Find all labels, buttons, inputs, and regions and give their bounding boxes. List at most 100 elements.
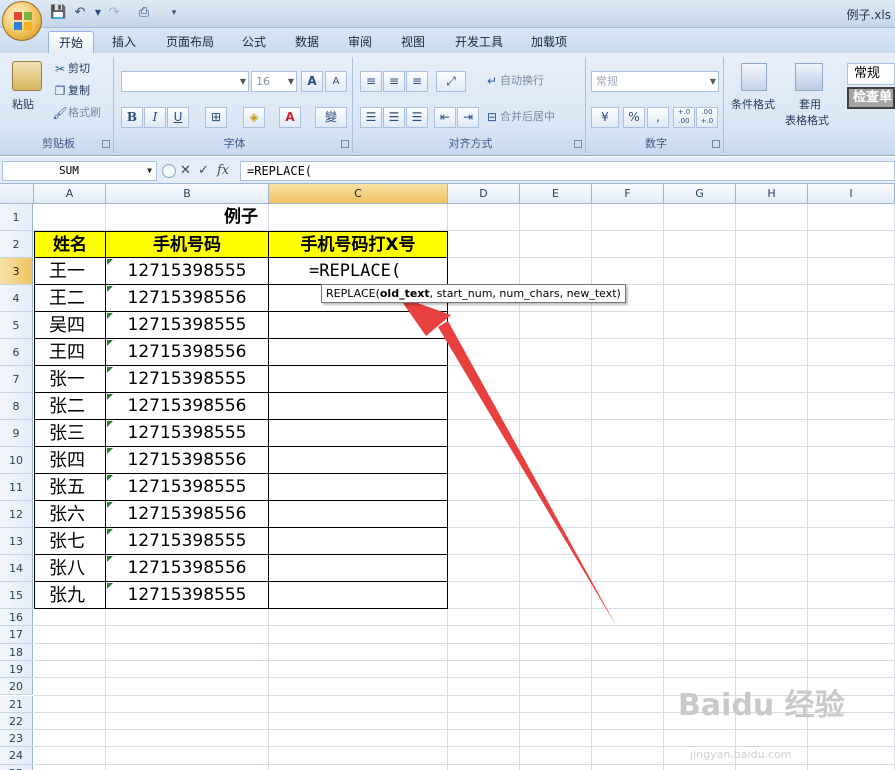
result-cell[interactable] xyxy=(269,474,448,501)
name-cell[interactable]: 张七 xyxy=(34,528,106,555)
style-check-cell[interactable]: 检查单 xyxy=(847,87,895,109)
row-header-21[interactable]: 21 xyxy=(0,695,33,713)
tab-addins[interactable]: 加载项 xyxy=(523,31,575,53)
bold-button[interactable]: B xyxy=(121,107,143,128)
customize-qat-icon[interactable]: ▾ xyxy=(166,5,182,21)
column-header-e[interactable]: E xyxy=(520,184,592,204)
phone-cell[interactable]: 12715398556 xyxy=(106,393,269,420)
row-header-5[interactable]: 5 xyxy=(0,312,33,339)
phone-cell[interactable]: 12715398555 xyxy=(106,258,269,285)
undo-dropdown-icon[interactable]: ▼ xyxy=(90,5,106,21)
font-name-select[interactable]: ▼ xyxy=(121,71,249,92)
name-box[interactable]: SUM ▼ xyxy=(2,161,157,181)
table-format-icon[interactable] xyxy=(795,63,823,91)
result-cell[interactable] xyxy=(269,393,448,420)
row-header-18[interactable]: 18 xyxy=(0,643,33,661)
phone-cell[interactable]: 12715398555 xyxy=(106,528,269,555)
name-cell[interactable]: 张九 xyxy=(34,582,106,609)
name-cell[interactable]: 吴四 xyxy=(34,312,106,339)
phonetic-button[interactable]: 變 xyxy=(315,107,347,128)
select-all-corner[interactable] xyxy=(0,184,34,204)
row-header-7[interactable]: 7 xyxy=(0,366,33,393)
cancel-icon[interactable]: ✕ xyxy=(180,163,191,178)
phone-cell[interactable]: 12715398556 xyxy=(106,447,269,474)
name-cell[interactable]: 王二 xyxy=(34,285,106,312)
name-cell[interactable]: 张二 xyxy=(34,393,106,420)
name-cell[interactable]: 张八 xyxy=(34,555,106,582)
fill-color-icon[interactable]: ◈ xyxy=(243,107,265,128)
wrap-text-button[interactable]: 自动换行 xyxy=(500,74,544,87)
save-icon[interactable]: 💾 xyxy=(50,5,66,21)
row-header-20[interactable]: 20 xyxy=(0,678,33,696)
header-cell[interactable]: 手机号码 xyxy=(106,231,269,258)
result-cell[interactable] xyxy=(269,366,448,393)
result-cell[interactable] xyxy=(269,420,448,447)
column-header-c[interactable]: C xyxy=(269,184,448,204)
result-cell[interactable] xyxy=(269,312,448,339)
sheet-title-cell[interactable]: 例子 xyxy=(34,204,448,231)
name-cell[interactable]: 张四 xyxy=(34,447,106,474)
row-header-24[interactable]: 24 xyxy=(0,747,33,765)
tab-home[interactable]: 开始 xyxy=(48,31,94,53)
number-format-select[interactable]: 常规 ▼ xyxy=(591,71,719,92)
row-header-14[interactable]: 14 xyxy=(0,555,33,582)
tab-page-layout[interactable]: 页面布局 xyxy=(158,31,222,53)
tab-view[interactable]: 视图 xyxy=(393,31,433,53)
tab-developer[interactable]: 开发工具 xyxy=(447,31,511,53)
align-center-icon[interactable]: ☰ xyxy=(383,107,405,128)
borders-icon[interactable]: ⊞ xyxy=(205,107,227,128)
result-cell[interactable] xyxy=(269,528,448,555)
redo-icon[interactable]: ↷ xyxy=(106,5,122,21)
phone-cell[interactable]: 12715398555 xyxy=(106,420,269,447)
tab-review[interactable]: 审阅 xyxy=(340,31,380,53)
increase-decimal-button[interactable]: +.0 .00 xyxy=(673,107,695,128)
italic-button[interactable]: I xyxy=(144,107,166,128)
align-left-icon[interactable]: ☰ xyxy=(360,107,382,128)
formula-input[interactable]: =REPLACE( xyxy=(240,161,895,181)
row-header-13[interactable]: 13 xyxy=(0,528,33,555)
merge-center-button[interactable]: 合并后居中 xyxy=(500,110,555,123)
column-header-h[interactable]: H xyxy=(736,184,808,204)
decrease-decimal-button[interactable]: .00 +.0 xyxy=(696,107,718,128)
format-painter-button[interactable]: 格式刷 xyxy=(68,106,101,119)
enter-icon[interactable]: ✓ xyxy=(198,163,209,178)
phone-cell[interactable]: 12715398556 xyxy=(106,339,269,366)
undo-icon[interactable]: ↶ xyxy=(72,5,88,21)
underline-button[interactable]: U xyxy=(167,107,189,128)
row-header-12[interactable]: 12 xyxy=(0,501,33,528)
tooltip-current-arg[interactable]: old_text xyxy=(380,287,430,300)
row-header-25[interactable]: 25 xyxy=(0,764,33,770)
phone-cell[interactable]: 12715398556 xyxy=(106,501,269,528)
column-header-d[interactable]: D xyxy=(448,184,520,204)
column-header-i[interactable]: I xyxy=(808,184,895,204)
row-header-1[interactable]: 1 xyxy=(0,204,33,231)
result-cell[interactable] xyxy=(269,339,448,366)
copy-button[interactable]: 复制 xyxy=(68,84,90,97)
phone-cell[interactable]: 12715398555 xyxy=(106,366,269,393)
insert-function-icon[interactable]: fx xyxy=(217,163,229,178)
tab-formulas[interactable]: 公式 xyxy=(234,31,274,53)
print-preview-icon[interactable]: ⎙ xyxy=(136,5,152,21)
cut-button[interactable]: 剪切 xyxy=(68,62,90,75)
tab-insert[interactable]: 插入 xyxy=(104,31,144,53)
style-normal[interactable]: 常规 xyxy=(847,63,895,85)
conditional-format-button[interactable]: 条件格式 xyxy=(731,95,775,115)
header-cell[interactable]: 手机号码打X号 xyxy=(269,231,448,258)
row-header-22[interactable]: 22 xyxy=(0,712,33,731)
comma-button[interactable]: , xyxy=(647,107,669,128)
table-format-label-2[interactable]: 表格格式 xyxy=(785,111,829,131)
row-header-2[interactable]: 2 xyxy=(0,231,33,258)
active-cell-c3[interactable]: =REPLACE( xyxy=(269,258,448,285)
align-bottom-icon[interactable]: ≡ xyxy=(406,71,428,92)
phone-cell[interactable]: 12715398555 xyxy=(106,312,269,339)
font-launcher-icon[interactable] xyxy=(341,140,349,148)
row-header-15[interactable]: 15 xyxy=(0,582,33,609)
row-header-11[interactable]: 11 xyxy=(0,474,33,501)
row-header-17[interactable]: 17 xyxy=(0,626,33,644)
phone-cell[interactable]: 12715398555 xyxy=(106,474,269,501)
clipboard-launcher-icon[interactable] xyxy=(102,140,110,148)
decrease-indent-icon[interactable]: ⇤ xyxy=(434,107,456,128)
row-header-16[interactable]: 16 xyxy=(0,609,33,627)
align-middle-icon[interactable]: ≡ xyxy=(383,71,405,92)
row-header-10[interactable]: 10 xyxy=(0,447,33,474)
